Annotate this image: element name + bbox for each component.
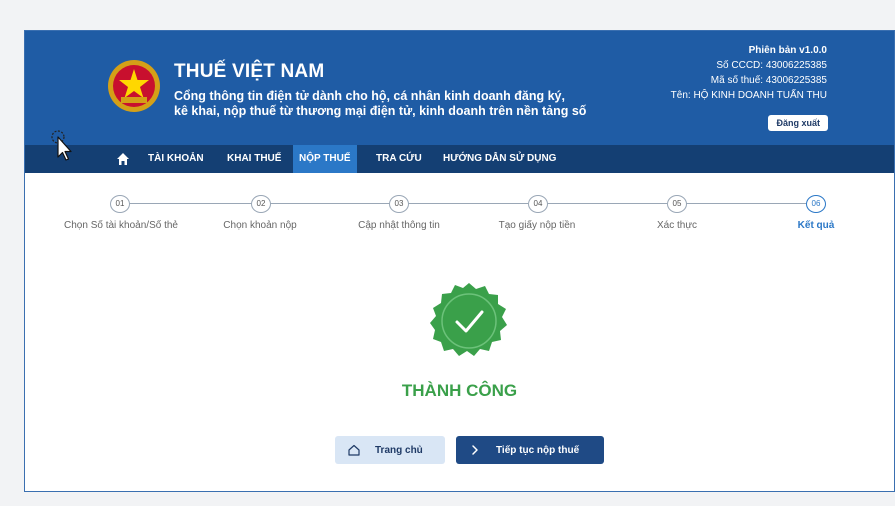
step-5-label: Xác thực xyxy=(656,220,698,231)
home-button-label: Trang chủ xyxy=(375,444,423,456)
step-1-circle: 01 xyxy=(110,195,130,213)
nav-tab-khai-thue[interactable]: KHAI THUẾ xyxy=(221,145,287,173)
user-info: Phiên bản v1.0.0 Số CCCD: 43006225385 Mã… xyxy=(671,43,827,103)
continue-button-label: Tiếp tục nộp thuế xyxy=(496,444,580,456)
mouse-cursor-icon xyxy=(51,130,72,161)
step-connector xyxy=(547,203,667,204)
step-3-circle: 03 xyxy=(389,195,409,213)
step-1-label: Chọn Số tài khoản/Số thẻ xyxy=(64,220,178,231)
nav-tab-tai-khoan[interactable]: TÀI KHOẢN xyxy=(142,145,210,173)
step-4-circle: 04 xyxy=(528,195,548,213)
tax-code-label: Mã số thuế: 43006225385 xyxy=(710,75,827,86)
nav-tab-nop-thue[interactable]: NỘP THUẾ xyxy=(293,145,357,173)
nav-tab-huong-dan[interactable]: HƯỚNG DẪN SỬ DỤNG xyxy=(437,145,562,173)
app-window: THUẾ VIỆT NAM Cổng thông tin điện tử dàn… xyxy=(24,30,895,492)
check-badge-icon xyxy=(430,283,507,356)
version-label: Phiên bản v1.0.0 xyxy=(748,45,827,56)
step-2-circle: 02 xyxy=(251,195,271,213)
step-connector xyxy=(129,203,254,204)
continue-payment-button[interactable]: Tiếp tục nộp thuế xyxy=(456,436,604,464)
home-icon[interactable] xyxy=(115,151,131,167)
step-connector xyxy=(686,203,806,204)
step-2-label: Chọn khoản nộp xyxy=(223,220,297,231)
home-outline-icon xyxy=(348,444,360,456)
step-6-circle: 06 xyxy=(806,195,826,213)
site-subtitle: Cổng thông tin điện tử dành cho hộ, cá n… xyxy=(174,89,614,119)
logout-button[interactable]: Đăng xuất xyxy=(768,115,828,131)
step-4-label: Tạo giấy nộp tiền xyxy=(498,220,576,231)
step-5-circle: 05 xyxy=(667,195,687,213)
nav-tab-tra-cuu[interactable]: TRA CỨU xyxy=(370,145,428,173)
step-6-label: Kết quả xyxy=(797,220,835,231)
subtitle-line-2: kê khai, nộp thuế từ thương mại điện tử,… xyxy=(174,104,587,118)
national-emblem-icon xyxy=(108,60,160,112)
main-nav: TÀI KHOẢN KHAI THUẾ NỘP THUẾ TRA CỨU HƯỚ… xyxy=(25,145,894,173)
cccd-label: Số CCCD: 43006225385 xyxy=(716,60,827,71)
home-button[interactable]: Trang chủ xyxy=(335,436,445,464)
step-3-label: Cập nhật thông tin xyxy=(358,220,440,231)
chevron-right-icon xyxy=(472,445,478,455)
step-connector xyxy=(270,203,390,204)
progress-stepper: 01 02 03 04 05 06 Chọn Số tài khoản/Số t… xyxy=(25,189,894,239)
user-name-label: Tên: HỘ KINH DOANH TUẤN THU xyxy=(670,90,827,101)
site-title: THUẾ VIỆT NAM xyxy=(174,61,325,82)
step-connector xyxy=(408,203,528,204)
subtitle-line-1: Cổng thông tin điện tử dành cho hộ, cá n… xyxy=(174,89,565,103)
site-header: THUẾ VIỆT NAM Cổng thông tin điện tử dàn… xyxy=(25,31,894,145)
success-status-text: THÀNH CÔNG xyxy=(401,381,518,400)
